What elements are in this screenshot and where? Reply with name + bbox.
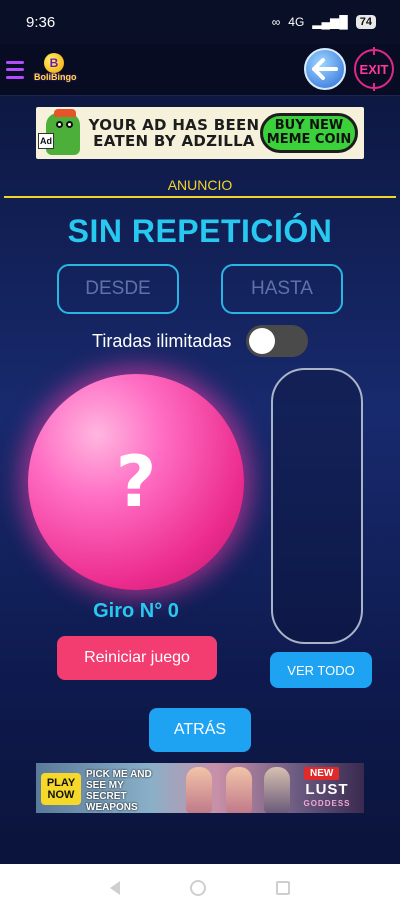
adzilla-mascot-icon: Ad — [36, 107, 88, 159]
ad-promo-text: PICK ME AND SEE MY SECRET WEAPONS — [86, 769, 152, 813]
nav-recents-icon[interactable] — [276, 881, 290, 895]
status-time: 9:36 — [26, 13, 56, 31]
spin-count: Giro N° 0 — [93, 600, 179, 622]
range-from-input[interactable] — [57, 264, 179, 314]
ad-game-subtitle: GODDESS — [303, 799, 351, 808]
logo-text: BoliBingo — [34, 71, 77, 82]
back-arrow-button[interactable] — [304, 48, 346, 90]
logo-ball: B — [44, 52, 64, 73]
network-type: 4G — [288, 15, 305, 29]
battery-level: 74 — [355, 15, 376, 29]
ad-sign: Ad — [38, 133, 54, 149]
ad-label: ANUNCIO — [167, 177, 233, 193]
exit-button[interactable]: EXIT — [354, 47, 394, 91]
ad-headline: YOUR AD HAS BEEN EATEN BY ADZILLA — [88, 116, 260, 150]
ad-banner-top[interactable]: Ad YOUR AD HAS BEEN EATEN BY ADZILLA BUY… — [36, 107, 364, 159]
nav-back-icon[interactable] — [110, 881, 120, 895]
menu-icon[interactable] — [6, 60, 24, 79]
ad-banner-bottom[interactable]: PLAY NOW PICK ME AND SEE MY SECRET WEAPO… — [36, 763, 364, 813]
unlimited-rolls-toggle[interactable] — [246, 325, 308, 357]
toggle-knob — [249, 328, 275, 354]
drawn-numbers-panel — [271, 368, 363, 644]
view-all-button[interactable]: VER TODO — [270, 652, 372, 688]
play-now-badge: PLAY NOW — [41, 773, 81, 805]
arrow-left-icon — [312, 58, 338, 80]
link-icon: ∞ — [271, 15, 281, 29]
ad-divider — [4, 196, 396, 198]
range-to-input[interactable] — [221, 264, 343, 314]
ad-game-title: LUST — [305, 781, 349, 798]
page-title: SIN REPETICIÓN — [67, 213, 333, 249]
unlimited-rolls-row: Tiradas ilimitadas — [0, 325, 400, 357]
reset-game-button[interactable]: Reiniciar juego — [57, 636, 217, 680]
app-logo: B BoliBingo — [34, 52, 77, 87]
ad-new-badge: NEW — [304, 767, 340, 780]
status-icons: ∞ 4G ▂▄▆█ 74 — [272, 15, 376, 29]
back-button[interactable]: ATRÁS — [149, 708, 251, 752]
ad-character-image — [264, 767, 290, 813]
ad-character-image — [186, 767, 212, 813]
nav-home-icon[interactable] — [190, 880, 206, 896]
ad-cta-button[interactable]: BUY NEW MEME COIN — [260, 113, 358, 153]
ad-character-image — [226, 767, 252, 813]
unlimited-rolls-label: Tiradas ilimitadas — [92, 331, 232, 351]
bingo-ball[interactable]: ? — [28, 374, 244, 590]
app-header: B BoliBingo EXIT — [0, 44, 400, 96]
signal-icon: ▂▄▆█ — [312, 15, 348, 29]
system-nav-bar — [0, 864, 400, 912]
status-bar: 9:36 ∞ 4G ▂▄▆█ 74 — [0, 0, 400, 44]
ball-symbol: ? — [115, 441, 157, 523]
